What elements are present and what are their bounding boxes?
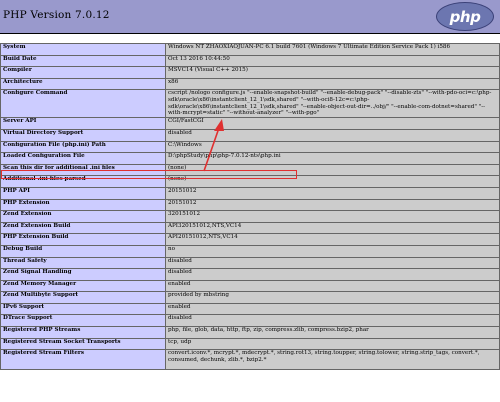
info-row-value: enabled <box>165 279 500 293</box>
info-row-label: Zend Signal Handling <box>0 268 166 281</box>
info-row-value: API20151012,NTS,VC14 <box>165 233 500 246</box>
php-logo-icon[interactable]: php <box>436 2 494 31</box>
logo-text: php <box>449 7 481 26</box>
info-row-label: IPv6 Support <box>0 302 166 316</box>
info-row-label: Compiler <box>0 66 166 79</box>
info-row-value: (none) <box>165 175 500 188</box>
info-row: Zend Multibyte Support provided by mbstri… <box>0 291 500 304</box>
info-row-label: Zend Memory Manager <box>0 279 166 293</box>
info-row: PHP API 20151012 <box>0 186 500 200</box>
info-row-label: Thread Safety <box>0 256 166 270</box>
info-row: Zend Extension 320151012 <box>0 210 500 223</box>
info-row: DTrace Support disabled <box>0 314 500 328</box>
info-row-label: Server API <box>0 117 166 130</box>
info-row-value: Oct 13 2016 10:44:50 <box>165 54 500 68</box>
info-row-value: 20151012 <box>165 186 500 200</box>
info-row-value: enabled <box>165 302 500 316</box>
info-row-value: x86 <box>165 77 500 91</box>
info-row: Zend Extension Build API320151012,NTS,VC1… <box>0 221 500 235</box>
info-row: Virtual Directory Support disabled <box>0 128 500 142</box>
info-row-value: cscript /nologo configure.js "--enable-s… <box>165 89 500 119</box>
info-row-value: disabled <box>165 314 500 328</box>
info-row: IPv6 Support enabled <box>0 302 500 316</box>
info-row-label: Zend Multibyte Support <box>0 291 166 304</box>
info-row-value: Windows NT ZHAOXIAOJUAN-PC 6.1 build 760… <box>165 43 500 56</box>
page-header: PHP Version 7.0.12 php <box>0 0 500 34</box>
info-row-value: C:\Windows <box>165 140 500 154</box>
info-row-label: DTrace Support <box>0 314 166 328</box>
info-row: Registered Stream Filters convert.iconv.*… <box>0 349 500 371</box>
info-row-label: Architecture <box>0 77 166 91</box>
info-row-value: php, file, glob, data, http, ftp, zip, c… <box>165 326 500 339</box>
info-row-label: PHP Extension <box>0 198 166 212</box>
info-row: Architecture x86 <box>0 77 500 91</box>
info-row-label: Additional .ini files parsed <box>0 175 166 188</box>
info-row-label: Configuration File (php.ini) Path <box>0 140 166 154</box>
info-row: Registered PHP Streams php, file, glob, d… <box>0 326 500 339</box>
info-table: System Windows NT ZHAOXIAOJUAN-PC 6.1 bui… <box>0 43 500 371</box>
info-row: PHP Extension Build API20151012,NTS,VC14 <box>0 233 500 246</box>
info-row-label: Scan this dir for additional .ini files <box>0 163 166 177</box>
info-row-value: 20151012 <box>165 198 500 212</box>
info-row-label: Debug Build <box>0 244 166 258</box>
info-row-value: provided by mbstring <box>165 291 500 304</box>
info-row-value: API320151012,NTS,VC14 <box>165 221 500 235</box>
info-row-label: Zend Extension <box>0 210 166 223</box>
info-row: Compiler MSVC14 (Visual C++ 2015) <box>0 66 500 79</box>
info-row-label: Loaded Configuration File <box>0 152 166 165</box>
info-row-label: System <box>0 43 166 56</box>
info-row: PHP Extension 20151012 <box>0 198 500 212</box>
info-row-label: Registered Stream Socket Transports <box>0 337 166 351</box>
info-row-label: Virtual Directory Support <box>0 128 166 142</box>
page-title: PHP Version 7.0.12 <box>3 9 110 21</box>
info-row-value: (none) <box>165 163 500 177</box>
info-row-value: no <box>165 244 500 258</box>
info-row: Configure Command cscript /nologo configu… <box>0 89 500 119</box>
info-row-value: tcp, udp <box>165 337 500 351</box>
info-row-label: Zend Extension Build <box>0 221 166 235</box>
info-row-label: PHP API <box>0 186 166 200</box>
info-row: Build Date Oct 13 2016 10:44:50 <box>0 54 500 68</box>
info-row-value: disabled <box>165 128 500 142</box>
info-row-value: disabled <box>165 268 500 281</box>
info-row-value: CGI/FastCGI <box>165 117 500 130</box>
info-row: Debug Build no <box>0 244 500 258</box>
info-row: Configuration File (php.ini) Path C:\Wind… <box>0 140 500 154</box>
info-row-value: 320151012 <box>165 210 500 223</box>
info-row: Zend Memory Manager enabled <box>0 279 500 293</box>
info-row-value: MSVC14 (Visual C++ 2015) <box>165 66 500 79</box>
info-row-value: D:\phpStudy\php\php-7.0.12-nts\php.ini <box>165 152 500 165</box>
info-row: Registered Stream Socket Transports tcp, … <box>0 337 500 351</box>
info-row-label: PHP Extension Build <box>0 233 166 246</box>
info-row: Zend Signal Handling disabled <box>0 268 500 281</box>
info-row-label: Configure Command <box>0 89 166 119</box>
info-row-value: disabled <box>165 256 500 270</box>
info-row: System Windows NT ZHAOXIAOJUAN-PC 6.1 bui… <box>0 43 500 56</box>
info-row-label: Registered Stream Filters <box>0 349 166 371</box>
info-row: Additional .ini files parsed (none) <box>0 175 500 188</box>
info-row-label: Registered PHP Streams <box>0 326 166 339</box>
info-row: Thread Safety disabled <box>0 256 500 270</box>
info-row: Scan this dir for additional .ini files(… <box>0 163 500 177</box>
info-row: Loaded Configuration File D:\phpStudy\php… <box>0 152 500 165</box>
info-row: Server API CGI/FastCGI <box>0 117 500 130</box>
info-row-label: Build Date <box>0 54 166 68</box>
info-row-value: convert.iconv.*, mcrypt.*, mdecrypt.*, s… <box>165 349 500 371</box>
